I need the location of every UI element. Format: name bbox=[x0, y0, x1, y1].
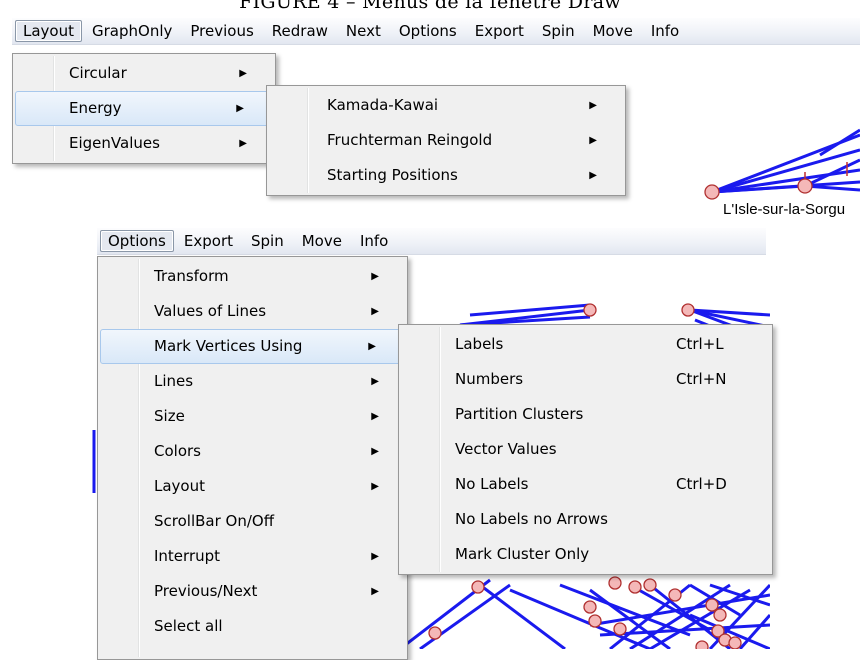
menuitem-fruchterman-reingold[interactable]: Fruchterman Reingold ▶ bbox=[267, 123, 625, 158]
shortcut-text: Ctrl+D bbox=[676, 475, 727, 493]
vertex-label: L'Isle-sur-la-Sorgu bbox=[723, 201, 846, 218]
menu-options[interactable]: Options bbox=[100, 230, 174, 252]
menuitem-colors[interactable]: Colors ▶ bbox=[98, 434, 407, 469]
submenu-arrow-icon: ▶ bbox=[236, 103, 244, 114]
submenu-arrow-icon: ▶ bbox=[371, 376, 379, 387]
submenu-arrow-icon: ▶ bbox=[371, 306, 379, 317]
menuitem-labels[interactable]: Labels Ctrl+L bbox=[399, 327, 772, 362]
menu-graphonly[interactable]: GraphOnly bbox=[84, 20, 180, 42]
energy-submenu: Kamada-Kawai ▶ Fruchterman Reingold ▶ St… bbox=[266, 85, 626, 196]
menu-next[interactable]: Next bbox=[338, 20, 389, 42]
menuitem-starting-positions[interactable]: Starting Positions ▶ bbox=[267, 158, 625, 193]
menu-spin[interactable]: Spin bbox=[243, 230, 292, 252]
menuitem-partition-clusters[interactable]: Partition Clusters bbox=[399, 397, 772, 432]
shortcut-text: Ctrl+L bbox=[676, 335, 724, 353]
submenu-arrow-icon: ▶ bbox=[371, 551, 379, 562]
menuitem-scrollbar-toggle[interactable]: ScrollBar On/Off bbox=[98, 504, 407, 539]
top-menubar: Layout GraphOnly Previous Redraw Next Op… bbox=[12, 18, 860, 45]
submenu-arrow-icon: ▶ bbox=[589, 100, 597, 111]
menu-previous[interactable]: Previous bbox=[182, 20, 261, 42]
menu-options[interactable]: Options bbox=[391, 20, 465, 42]
bottom-menubar: Options Export Spin Move Info bbox=[97, 228, 766, 255]
menu-info[interactable]: Info bbox=[352, 230, 396, 252]
menu-move[interactable]: Move bbox=[585, 20, 641, 42]
menuitem-transform[interactable]: Transform ▶ bbox=[98, 259, 407, 294]
menuitem-numbers[interactable]: Numbers Ctrl+N bbox=[399, 362, 772, 397]
submenu-arrow-icon: ▶ bbox=[239, 68, 247, 79]
menuitem-lines[interactable]: Lines ▶ bbox=[98, 364, 407, 399]
menu-layout[interactable]: Layout bbox=[15, 20, 82, 42]
layout-dropdown: Circular ▶ Energy ▶ EigenValues ▶ bbox=[12, 53, 276, 164]
menuitem-mark-cluster-only[interactable]: Mark Cluster Only bbox=[399, 537, 772, 572]
submenu-arrow-icon: ▶ bbox=[371, 446, 379, 457]
menuitem-vector-values[interactable]: Vector Values bbox=[399, 432, 772, 467]
figure-caption: FIGURE 4 – Menus de la fenêtre Draw bbox=[239, 0, 621, 13]
shortcut-text: Ctrl+N bbox=[676, 370, 727, 388]
menuitem-previous-next[interactable]: Previous/Next ▶ bbox=[98, 574, 407, 609]
menu-export[interactable]: Export bbox=[176, 230, 241, 252]
menuitem-layout[interactable]: Layout ▶ bbox=[98, 469, 407, 504]
menuitem-kamada-kawai[interactable]: Kamada-Kawai ▶ bbox=[267, 88, 625, 123]
menu-spin[interactable]: Spin bbox=[534, 20, 583, 42]
menuitem-no-labels-no-arrows[interactable]: No Labels no Arrows bbox=[399, 502, 772, 537]
menu-export[interactable]: Export bbox=[467, 20, 532, 42]
submenu-arrow-icon: ▶ bbox=[589, 170, 597, 181]
menuitem-select-all[interactable]: Select all bbox=[98, 609, 407, 644]
menuitem-values-of-lines[interactable]: Values of Lines ▶ bbox=[98, 294, 407, 329]
submenu-arrow-icon: ▶ bbox=[368, 341, 376, 352]
submenu-arrow-icon: ▶ bbox=[589, 135, 597, 146]
submenu-arrow-icon: ▶ bbox=[239, 138, 247, 149]
menuitem-interrupt[interactable]: Interrupt ▶ bbox=[98, 539, 407, 574]
menu-redraw[interactable]: Redraw bbox=[264, 20, 336, 42]
menuitem-size[interactable]: Size ▶ bbox=[98, 399, 407, 434]
menu-info[interactable]: Info bbox=[643, 20, 687, 42]
menuitem-mark-vertices-using[interactable]: Mark Vertices Using ▶ bbox=[100, 329, 405, 364]
menuitem-no-labels[interactable]: No Labels Ctrl+D bbox=[399, 467, 772, 502]
submenu-arrow-icon: ▶ bbox=[371, 411, 379, 422]
mark-vertices-submenu: Labels Ctrl+L Numbers Ctrl+N Partition C… bbox=[398, 324, 773, 575]
options-dropdown: Transform ▶ Values of Lines ▶ Mark Verti… bbox=[97, 256, 408, 660]
submenu-arrow-icon: ▶ bbox=[371, 271, 379, 282]
submenu-arrow-icon: ▶ bbox=[371, 481, 379, 492]
menuitem-energy[interactable]: Energy ▶ bbox=[15, 91, 273, 126]
menuitem-eigenvalues[interactable]: EigenValues ▶ bbox=[13, 126, 275, 161]
menuitem-circular[interactable]: Circular ▶ bbox=[13, 56, 275, 91]
submenu-arrow-icon: ▶ bbox=[371, 586, 379, 597]
menu-move[interactable]: Move bbox=[294, 230, 350, 252]
